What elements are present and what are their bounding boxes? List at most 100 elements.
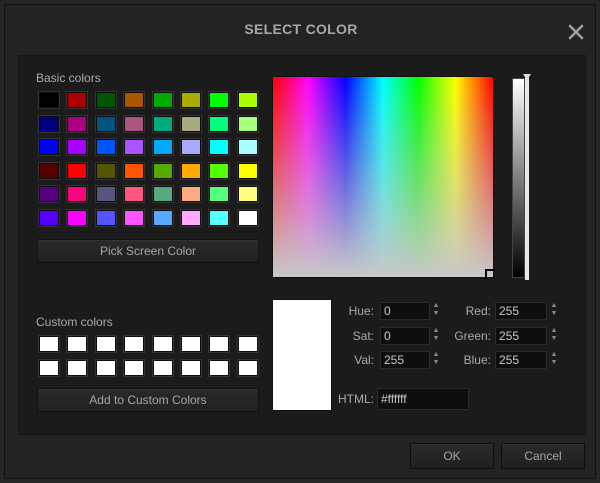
color-picker-panel: Basic colors Pick Screen Color Custom co… (18, 55, 586, 435)
custom-color-swatch[interactable] (181, 336, 201, 352)
custom-color-swatch[interactable] (124, 359, 145, 376)
basic-color-swatch[interactable] (181, 139, 201, 156)
sat-spinner-icon[interactable]: ▲ ▼ (432, 327, 440, 345)
blue-label: Blue: (463, 353, 491, 367)
current-color-preview (272, 299, 332, 411)
basic-color-swatch[interactable] (209, 115, 230, 132)
basic-color-swatch[interactable] (39, 92, 59, 108)
select-color-dialog: SELECT COLOR Basic colors Pick Screen Co… (4, 4, 596, 479)
custom-color-swatch[interactable] (124, 336, 145, 352)
red-input[interactable]: 255 (495, 302, 547, 320)
basic-color-swatch[interactable] (95, 139, 116, 156)
basic-color-swatch[interactable] (95, 115, 116, 132)
blue-input[interactable]: 255 (495, 351, 547, 369)
basic-color-swatch[interactable] (67, 92, 88, 108)
cancel-button[interactable]: Cancel (501, 443, 585, 469)
basic-color-swatch[interactable] (152, 115, 173, 132)
custom-color-swatch[interactable] (181, 359, 201, 376)
basic-color-swatch[interactable] (39, 210, 59, 226)
basic-color-swatch[interactable] (152, 92, 173, 108)
val-input[interactable]: 255 (380, 351, 430, 369)
dialog-title: SELECT COLOR (244, 21, 358, 37)
green-spinner-icon[interactable]: ▲ ▼ (550, 327, 558, 345)
basic-color-swatch[interactable] (39, 186, 59, 203)
basic-color-swatch[interactable] (39, 162, 59, 179)
custom-color-swatch[interactable] (39, 359, 59, 376)
custom-color-swatch[interactable] (39, 336, 59, 352)
custom-color-swatch[interactable] (237, 336, 258, 352)
html-hex-input[interactable]: #ffffff (377, 388, 469, 410)
basic-color-swatch[interactable] (124, 210, 145, 226)
basic-color-swatch[interactable] (152, 139, 173, 156)
ok-button[interactable]: OK (410, 443, 494, 469)
green-label: Green: (454, 329, 491, 343)
red-label: Red: (465, 304, 491, 318)
html-label: HTML: (338, 392, 374, 406)
basic-color-swatch[interactable] (209, 92, 230, 108)
basic-color-swatch[interactable] (237, 162, 258, 179)
basic-color-swatch[interactable] (124, 186, 145, 203)
basic-color-swatch[interactable] (124, 92, 145, 108)
basic-color-swatch[interactable] (181, 210, 201, 226)
basic-color-swatch[interactable] (152, 162, 173, 179)
basic-color-swatch[interactable] (237, 115, 258, 132)
basic-colors-label: Basic colors (36, 71, 101, 85)
basic-color-swatch[interactable] (181, 92, 201, 108)
basic-color-swatch[interactable] (124, 162, 145, 179)
basic-color-swatch[interactable] (67, 210, 88, 226)
basic-color-swatch[interactable] (237, 139, 258, 156)
basic-color-swatch[interactable] (124, 139, 145, 156)
basic-color-swatch[interactable] (209, 210, 230, 226)
custom-color-swatch[interactable] (95, 336, 116, 352)
basic-color-swatch[interactable] (67, 186, 88, 203)
basic-color-swatch[interactable] (181, 162, 201, 179)
custom-colors-label: Custom colors (36, 315, 113, 329)
sat-input[interactable]: 0 (380, 327, 430, 345)
custom-color-swatch[interactable] (67, 336, 88, 352)
basic-color-swatch[interactable] (237, 92, 258, 108)
val-spinner-icon[interactable]: ▲ ▼ (432, 351, 440, 369)
basic-color-swatch[interactable] (209, 162, 230, 179)
custom-color-swatch[interactable] (237, 359, 258, 376)
custom-color-swatch[interactable] (67, 359, 88, 376)
basic-color-swatch[interactable] (124, 115, 145, 132)
spectrum-crosshair-icon[interactable] (485, 269, 495, 279)
close-icon[interactable] (567, 23, 585, 41)
basic-color-swatch[interactable] (95, 92, 116, 108)
add-to-custom-colors-button[interactable]: Add to Custom Colors (37, 388, 259, 412)
blue-spinner-icon[interactable]: ▲ ▼ (550, 351, 558, 369)
hue-saturation-spectrum[interactable] (272, 76, 494, 278)
custom-color-swatch[interactable] (209, 336, 230, 352)
hue-spinner-icon[interactable]: ▲ ▼ (432, 302, 440, 320)
val-label: Val: (354, 353, 374, 367)
basic-color-swatch[interactable] (95, 186, 116, 203)
basic-color-swatch[interactable] (237, 186, 258, 203)
basic-color-swatch[interactable] (67, 139, 88, 156)
basic-color-swatch[interactable] (39, 115, 59, 132)
basic-color-swatch[interactable] (152, 186, 173, 203)
value-slider-track-marker (525, 74, 529, 280)
value-slider[interactable] (512, 78, 525, 278)
basic-color-swatch[interactable] (181, 115, 201, 132)
basic-color-swatch[interactable] (67, 115, 88, 132)
sat-label: Sat: (352, 329, 374, 343)
value-slider-arrow-icon[interactable] (523, 74, 531, 80)
pick-screen-color-button[interactable]: Pick Screen Color (37, 239, 259, 263)
basic-color-swatch[interactable] (181, 186, 201, 203)
basic-color-swatch[interactable] (67, 162, 88, 179)
red-spinner-icon[interactable]: ▲ ▼ (550, 302, 558, 320)
custom-color-swatch[interactable] (209, 359, 230, 376)
custom-color-swatch[interactable] (95, 359, 116, 376)
basic-color-swatch[interactable] (152, 210, 173, 226)
custom-color-swatch[interactable] (152, 359, 173, 376)
basic-color-swatch[interactable] (39, 139, 59, 156)
basic-color-swatch[interactable] (209, 139, 230, 156)
basic-color-swatch[interactable] (95, 162, 116, 179)
basic-color-swatch[interactable] (237, 210, 258, 226)
green-input[interactable]: 255 (495, 327, 547, 345)
hue-label: Hue: (348, 304, 374, 318)
custom-color-swatch[interactable] (152, 336, 173, 352)
hue-input[interactable]: 0 (380, 302, 430, 320)
basic-color-swatch[interactable] (209, 186, 230, 203)
basic-color-swatch[interactable] (95, 210, 116, 226)
